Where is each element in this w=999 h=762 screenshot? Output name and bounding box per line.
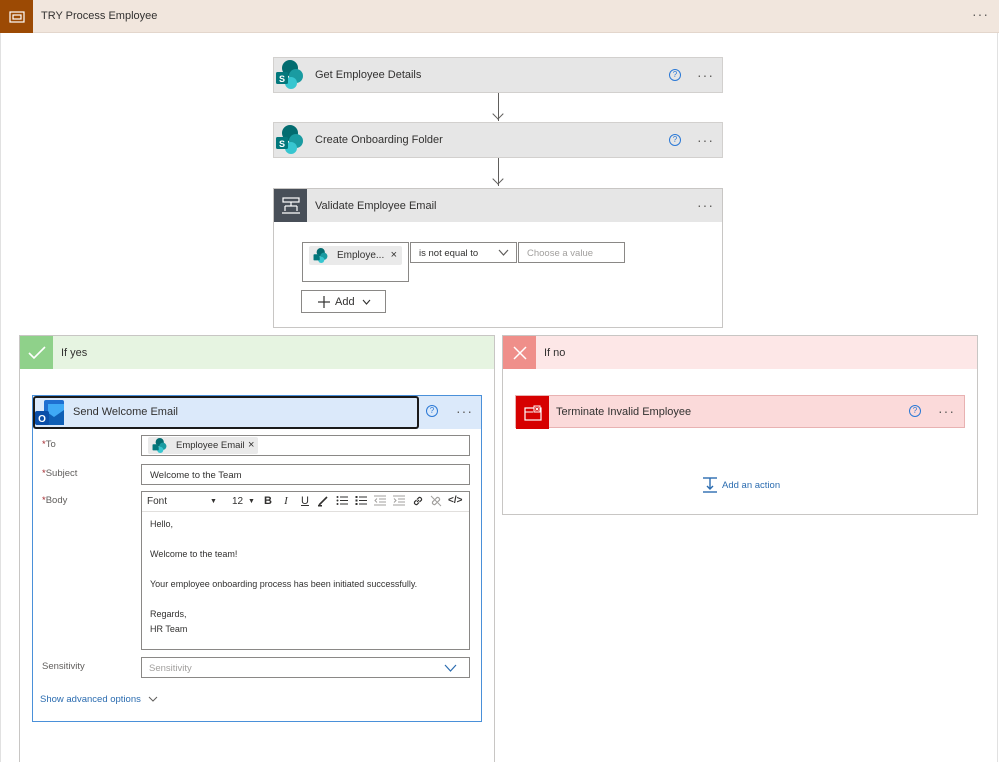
- subject-value: Welcome to the Team: [150, 470, 242, 481]
- action-get-employee-details[interactable]: S Get Employee Details ? ···: [273, 57, 723, 93]
- subject-label: *Subject: [42, 468, 78, 479]
- decrease-indent-icon[interactable]: [373, 495, 387, 509]
- sensitivity-dropdown[interactable]: Sensitivity: [141, 657, 470, 678]
- svg-text:S: S: [279, 139, 285, 149]
- bullet-list-icon[interactable]: [335, 495, 349, 509]
- sensitivity-label: Sensitivity: [42, 661, 85, 672]
- body-line: Your employee onboarding process has bee…: [150, 579, 418, 589]
- arrow-head: [492, 108, 504, 120]
- plus-icon: [318, 296, 330, 308]
- caret-down-icon[interactable]: ▼: [210, 498, 217, 505]
- remove-token-icon[interactable]: ×: [248, 439, 254, 451]
- add-action-label: Add an action: [722, 480, 781, 491]
- help-icon[interactable]: ?: [909, 405, 921, 417]
- more-options-icon[interactable]: ···: [972, 7, 989, 21]
- operator-dropdown[interactable]: is not equal to: [410, 242, 517, 263]
- sharepoint-icon: [152, 438, 167, 453]
- checkmark-icon: [20, 336, 53, 369]
- condition-value-input[interactable]: Choose a value: [518, 242, 625, 263]
- action-title: Create Onboarding Folder: [315, 134, 443, 146]
- to-field[interactable]: Employee Email ×: [141, 435, 470, 456]
- outlook-icon: O: [35, 400, 64, 425]
- unlink-icon[interactable]: [429, 495, 443, 510]
- numbered-list-icon[interactable]: [354, 495, 368, 509]
- token-label: Employe...: [337, 250, 385, 261]
- value-placeholder: Choose a value: [527, 248, 594, 259]
- underline-icon[interactable]: U: [298, 495, 312, 507]
- dynamic-token[interactable]: Employe... ×: [309, 246, 402, 265]
- condition-icon: [274, 189, 307, 222]
- condition-left-operand[interactable]: Employe... ×: [302, 242, 409, 282]
- scope-header[interactable]: TRY Process Employee ···: [0, 0, 999, 33]
- sharepoint-icon: S: [276, 125, 303, 154]
- operator-value: is not equal to: [419, 248, 479, 259]
- body-line: Welcome to the team!: [150, 549, 238, 559]
- sensitivity-placeholder: Sensitivity: [149, 663, 192, 674]
- if-no-header[interactable]: If no: [503, 336, 977, 369]
- rich-text-toolbar: Font ▼ 12 ▼ B I U </>: [142, 492, 469, 512]
- more-options-icon[interactable]: ···: [938, 404, 955, 418]
- to-token-label: Employee Email: [176, 440, 245, 451]
- add-button-label: Add: [335, 296, 355, 308]
- body-line: Regards,: [150, 609, 187, 619]
- email-header[interactable]: O Send Welcome Email ? ···: [33, 396, 481, 429]
- body-line: HR Team: [150, 624, 188, 634]
- svg-text:O: O: [38, 414, 46, 425]
- svg-text:S: S: [279, 74, 285, 84]
- action-title: Get Employee Details: [315, 69, 422, 81]
- link-icon[interactable]: [411, 495, 425, 510]
- code-view-icon[interactable]: </>: [448, 495, 462, 506]
- chevron-down-icon: [444, 664, 457, 672]
- scope-title: TRY Process Employee: [41, 10, 158, 22]
- condition-card[interactable]: Validate Employee Email ··· Employe... ×…: [273, 188, 723, 328]
- caret-down-icon[interactable]: ▼: [248, 498, 255, 505]
- to-token[interactable]: Employee Email ×: [148, 437, 258, 454]
- highlight-icon[interactable]: [316, 495, 330, 510]
- sharepoint-icon: S: [276, 60, 303, 89]
- terminate-icon: [516, 396, 549, 429]
- add-action-icon: [703, 477, 717, 493]
- add-condition-button[interactable]: Add: [301, 290, 386, 313]
- italic-icon[interactable]: I: [279, 495, 293, 507]
- scope-border-left: [0, 33, 1, 762]
- scope-icon: [0, 0, 33, 33]
- advanced-label: Show advanced options: [40, 694, 141, 705]
- font-select[interactable]: Font: [147, 496, 167, 507]
- font-size-select[interactable]: 12: [232, 496, 243, 507]
- more-options-icon[interactable]: ···: [697, 68, 714, 82]
- show-advanced-options-link[interactable]: Show advanced options: [40, 694, 158, 705]
- remove-token-icon[interactable]: ×: [391, 249, 397, 261]
- help-icon[interactable]: ?: [669, 69, 681, 81]
- action-create-onboarding-folder[interactable]: S Create Onboarding Folder ? ···: [273, 122, 723, 158]
- bold-icon[interactable]: B: [261, 495, 275, 507]
- condition-header[interactable]: Validate Employee Email ···: [274, 189, 722, 222]
- action-terminate-invalid-employee[interactable]: Terminate Invalid Employee ? ···: [515, 395, 965, 429]
- chevron-down-icon: [498, 249, 509, 256]
- more-options-icon[interactable]: ···: [697, 198, 714, 212]
- help-icon[interactable]: ?: [669, 134, 681, 146]
- chevron-down-icon: [362, 299, 371, 305]
- more-options-icon[interactable]: ···: [456, 404, 473, 418]
- body-editor[interactable]: Font ▼ 12 ▼ B I U </> Hello, Welcome to …: [141, 491, 470, 650]
- more-options-icon[interactable]: ···: [697, 133, 714, 147]
- body-line: Hello,: [150, 519, 174, 529]
- email-title: Send Welcome Email: [73, 406, 178, 418]
- if-yes-header[interactable]: If yes: [20, 336, 494, 369]
- if-no-title: If no: [544, 347, 566, 359]
- if-yes-title: If yes: [61, 347, 88, 359]
- increase-indent-icon[interactable]: [392, 495, 406, 509]
- help-icon[interactable]: ?: [426, 405, 438, 417]
- subject-field[interactable]: Welcome to the Team: [141, 464, 470, 485]
- to-label: *To: [42, 439, 56, 450]
- body-label: *Body: [42, 495, 68, 506]
- scope-border-right: [997, 33, 998, 762]
- sharepoint-icon: [313, 248, 328, 263]
- condition-title: Validate Employee Email: [315, 200, 437, 212]
- action-send-welcome-email[interactable]: O Send Welcome Email ? ··· *To Employee …: [32, 395, 482, 722]
- chevron-down-icon: [148, 696, 157, 702]
- close-icon: [503, 336, 536, 369]
- arrow-head: [492, 173, 504, 185]
- terminate-title: Terminate Invalid Employee: [556, 406, 692, 418]
